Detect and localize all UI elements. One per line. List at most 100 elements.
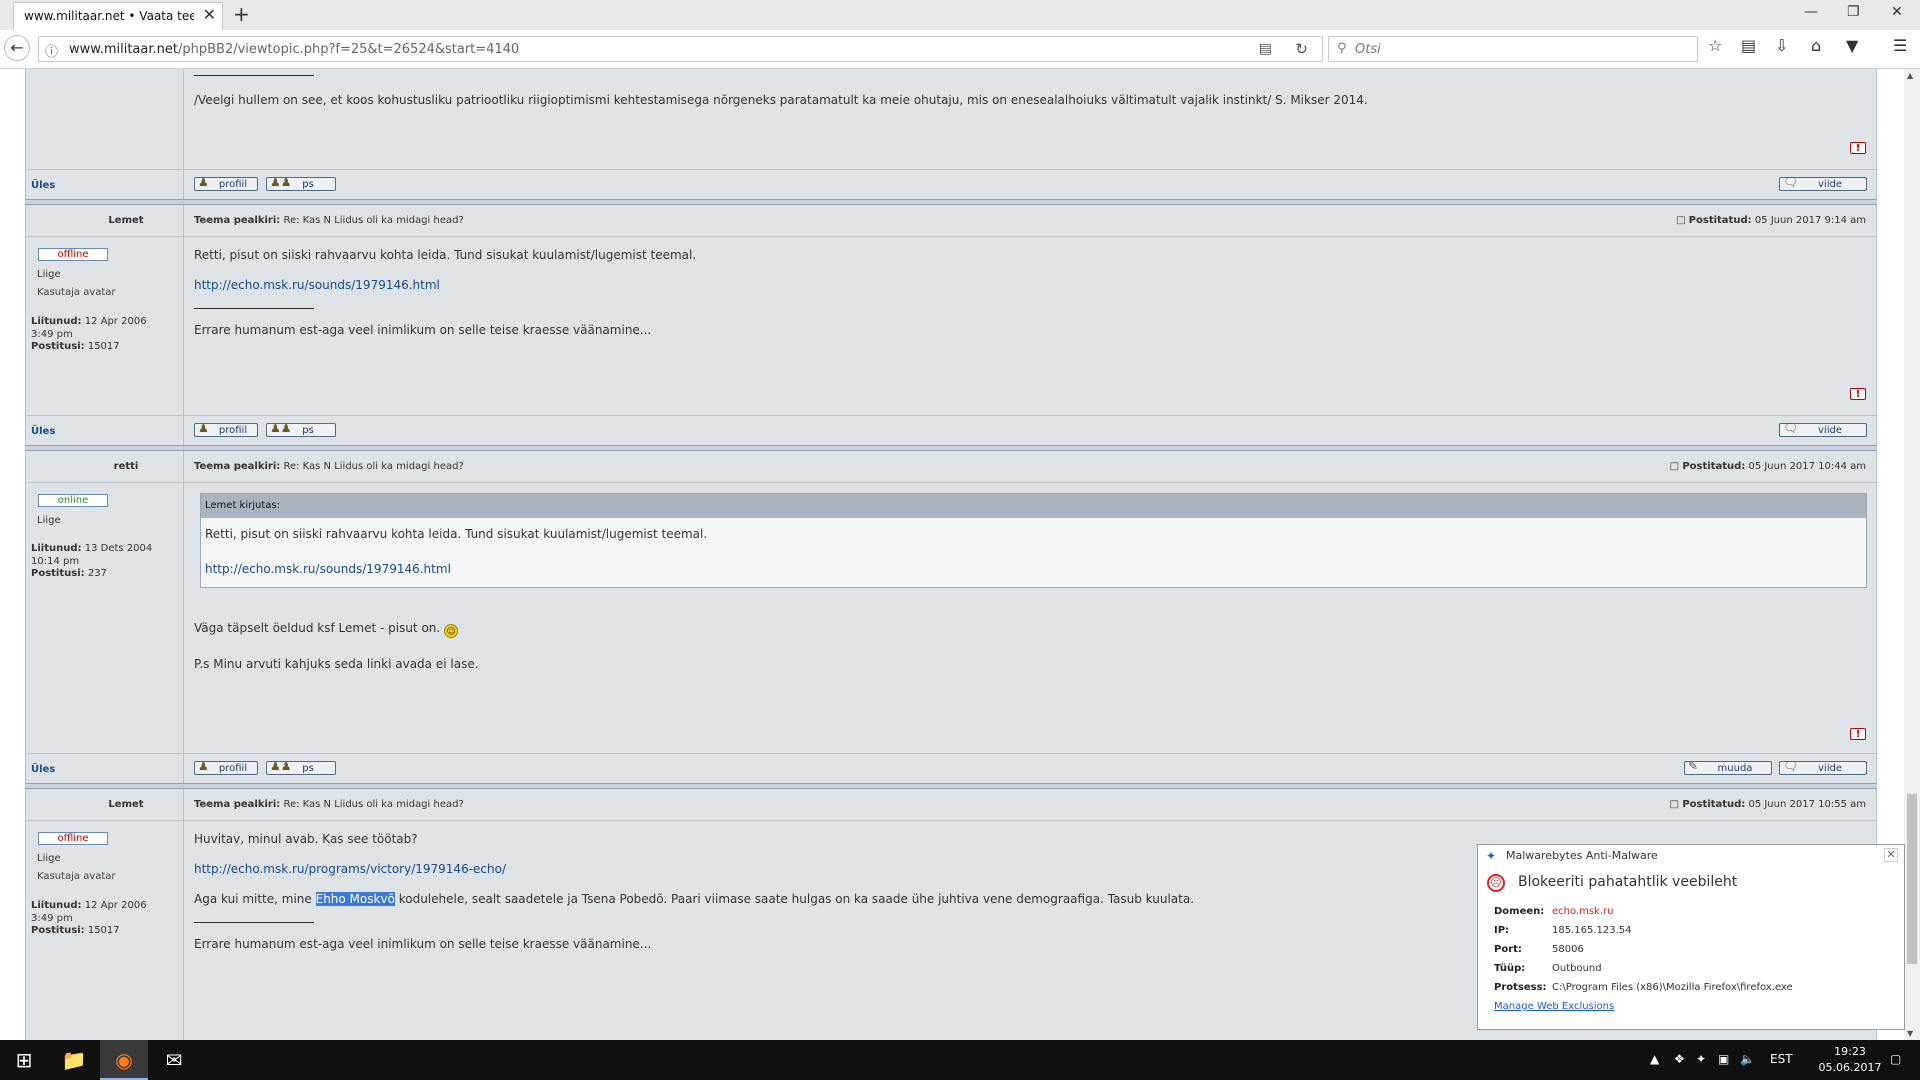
menu-icon[interactable]: ☰ — [1893, 36, 1907, 55]
user-rank: Liige — [37, 515, 61, 526]
dropbox-icon[interactable]: ❖ — [1674, 1052, 1685, 1066]
new-tab-button[interactable]: + — [233, 2, 250, 26]
start-button[interactable]: ⊞ — [0, 1040, 48, 1080]
tray-expand-icon[interactable]: ▲ — [1650, 1052, 1659, 1066]
up-link[interactable]: Üles — [31, 426, 55, 437]
quote-button[interactable]: 🗨 viide — [1779, 175, 1867, 191]
post-subject: Teema pealkiri: Re: Kas N Liidus oli ka … — [194, 461, 464, 472]
maximize-button[interactable]: ❐ — [1847, 4, 1860, 20]
joined-time: 10:14 pm — [31, 556, 80, 567]
search-bar[interactable]: ⚲ Otsi — [1328, 36, 1698, 62]
blocked-sad-icon: ☹ — [1487, 874, 1505, 892]
quote-icon: 🗨 — [1783, 175, 1799, 189]
quote-text: Retti, pisut on siiski rahvaarvu kohta l… — [205, 527, 708, 541]
quote-icon: 🗨 — [1783, 421, 1799, 435]
author-name[interactable]: Lemet — [86, 799, 166, 810]
pm-button[interactable]: ♟♟ ps — [266, 175, 336, 191]
close-icon[interactable]: ✕ — [1884, 848, 1898, 862]
tab-bar: www.militaar.net • Vaata teemat ✕ + — ❐ … — [0, 0, 1920, 30]
manage-exclusions-link[interactable]: Manage Web Exclusions — [1494, 1001, 1614, 1012]
pocket-icon[interactable]: ▼ — [1846, 36, 1858, 55]
notifications-icon[interactable]: ▢ — [1890, 1052, 1901, 1066]
status-badge: offline — [38, 832, 108, 845]
pm-button[interactable]: ♟♟ ps — [266, 759, 336, 775]
scroll-up-icon[interactable]: ▲ — [1907, 71, 1913, 80]
network-icon[interactable]: ▣ — [1718, 1052, 1729, 1066]
language-indicator[interactable]: EST — [1770, 1052, 1793, 1066]
malwarebytes-logo-icon: ✦ — [1486, 849, 1497, 863]
post-action-row: Üles ♟ profiil ♟♟ ps 🗨 viide — [25, 169, 1877, 199]
post-body-row: /Veelgi hullem on see, et koos kohustusl… — [25, 69, 1877, 169]
url-bar[interactable]: ⓘ www.militaar.net/phpBB2/viewtopic.php?… — [38, 36, 1323, 62]
ip-label: IP: — [1494, 925, 1510, 936]
status-badge: online — [38, 494, 108, 507]
minimize-button[interactable]: — — [1804, 4, 1818, 20]
bookmark-star-icon[interactable]: ☆ — [1708, 36, 1722, 55]
joined-time: 3:49 pm — [31, 329, 73, 340]
ip-value: 185.165.123.54 — [1552, 925, 1632, 936]
browser-tab[interactable]: www.militaar.net • Vaata teemat ✕ — [13, 2, 223, 30]
profile-icon: ♟ — [198, 175, 209, 189]
malware-notification: ✦ Malwarebytes Anti-Malware ✕ ☹ Blokeeri… — [1477, 844, 1905, 1030]
post-subject: Teema pealkiri: Re: Kas N Liidus oli ka … — [194, 215, 464, 226]
post-link[interactable]: http://echo.msk.ru/sounds/1979146.html — [194, 278, 440, 292]
quote-icon: 🗨 — [1783, 759, 1799, 773]
volume-icon[interactable]: 🔈 — [1740, 1052, 1755, 1066]
pm-icon: ♟♟ — [270, 421, 292, 435]
quote-button[interactable]: 🗨 viide — [1779, 759, 1867, 775]
post-header-row: retti Teema pealkiri: Re: Kas N Liidus o… — [25, 451, 1877, 483]
site-info-icon[interactable]: ⓘ — [45, 41, 58, 60]
up-link[interactable]: Üles — [31, 180, 55, 191]
search-icon: ⚲ — [1337, 41, 1347, 56]
reader-view-icon[interactable]: ▤ — [1259, 41, 1272, 57]
close-window-button[interactable]: ✕ — [1891, 4, 1903, 20]
page-scrollbar[interactable]: ▲ ▼ — [1904, 69, 1920, 1040]
report-icon[interactable]: ! — [1850, 388, 1866, 400]
downloads-icon[interactable]: ⇩ — [1775, 36, 1788, 55]
quote-block: Lemet kirjutas: Retti, pisut on siiski r… — [200, 493, 1867, 588]
user-avatar: Kasutaja avatar — [37, 871, 116, 882]
author-name[interactable]: retti — [86, 461, 166, 472]
user-rank: Liige — [37, 269, 61, 280]
firefox-icon[interactable]: ◉ — [100, 1040, 148, 1080]
selected-text: Ehho Moskvõ — [315, 892, 395, 906]
scroll-thumb[interactable] — [1907, 794, 1917, 964]
post-header-row: Lemet Teema pealkiri: Re: Kas N Liidus o… — [25, 205, 1877, 237]
taskbar: ⊞ 📁 ◉ ✉ ▲ ❖ ✦ ▣ 🔈 EST 19:23 05.06.2017 ▢ — [0, 1040, 1920, 1080]
scroll-down-icon[interactable]: ▼ — [1907, 1029, 1913, 1038]
post-body-row: online Liige Liitunud: 13 Dets 2004 10:1… — [25, 483, 1877, 753]
edit-button[interactable]: ✎ muuda — [1684, 759, 1772, 775]
tab-close-icon[interactable]: ✕ — [203, 5, 216, 24]
reload-icon[interactable]: ↻ — [1295, 40, 1308, 58]
post-action-row: Üles ♟ profiil ♟♟ ps 🗨 viide — [25, 415, 1877, 445]
port-label: Port: — [1494, 944, 1522, 955]
clock[interactable]: 19:23 05.06.2017 — [1810, 1044, 1890, 1076]
report-icon[interactable]: ! — [1850, 142, 1866, 154]
quote-button[interactable]: 🗨 viide — [1779, 421, 1867, 437]
report-icon[interactable]: ! — [1850, 728, 1866, 740]
author-name[interactable]: Lemet — [86, 215, 166, 226]
pm-button[interactable]: ♟♟ ps — [266, 421, 336, 437]
popup-title: Blokeeriti pahatahtlik veebileht — [1518, 874, 1738, 890]
author-column: offline Liige Kasutaja avatar Liitunud: … — [26, 237, 184, 415]
quote-link[interactable]: http://echo.msk.ru/sounds/1979146.html — [205, 562, 451, 576]
post-count: Postitusi: 15017 — [31, 341, 120, 352]
mail-icon[interactable]: ✉ — [150, 1040, 198, 1080]
signature-text: /Veelgi hullem on see, et koos kohustusl… — [194, 93, 1368, 107]
profile-button[interactable]: ♟ profiil — [194, 421, 258, 437]
malwarebytes-tray-icon[interactable]: ✦ — [1696, 1052, 1706, 1066]
profile-button[interactable]: ♟ profiil — [194, 175, 258, 191]
file-explorer-icon[interactable]: 📁 — [50, 1040, 98, 1080]
back-button[interactable]: ← — [4, 35, 30, 61]
bookmarks-list-icon[interactable]: ▤ — [1741, 36, 1756, 55]
signature-text: Errare humanum est-aga veel inimlikum on… — [194, 323, 652, 337]
up-link[interactable]: Üles — [31, 764, 55, 775]
nav-bar: ← ⓘ www.militaar.net/phpBB2/viewtopic.ph… — [0, 30, 1920, 69]
post-link[interactable]: http://echo.msk.ru/programs/victory/1979… — [194, 862, 506, 876]
signature-text: Errare humanum est-aga veel inimlikum on… — [194, 937, 652, 951]
profile-button[interactable]: ♟ profiil — [194, 759, 258, 775]
post-text-2: Aga kui mitte, mine Ehho Moskvõ kodulehe… — [194, 892, 1195, 906]
author-column — [26, 69, 184, 169]
home-icon[interactable]: ⌂ — [1811, 36, 1821, 55]
process-label: Protsess: — [1494, 982, 1547, 993]
